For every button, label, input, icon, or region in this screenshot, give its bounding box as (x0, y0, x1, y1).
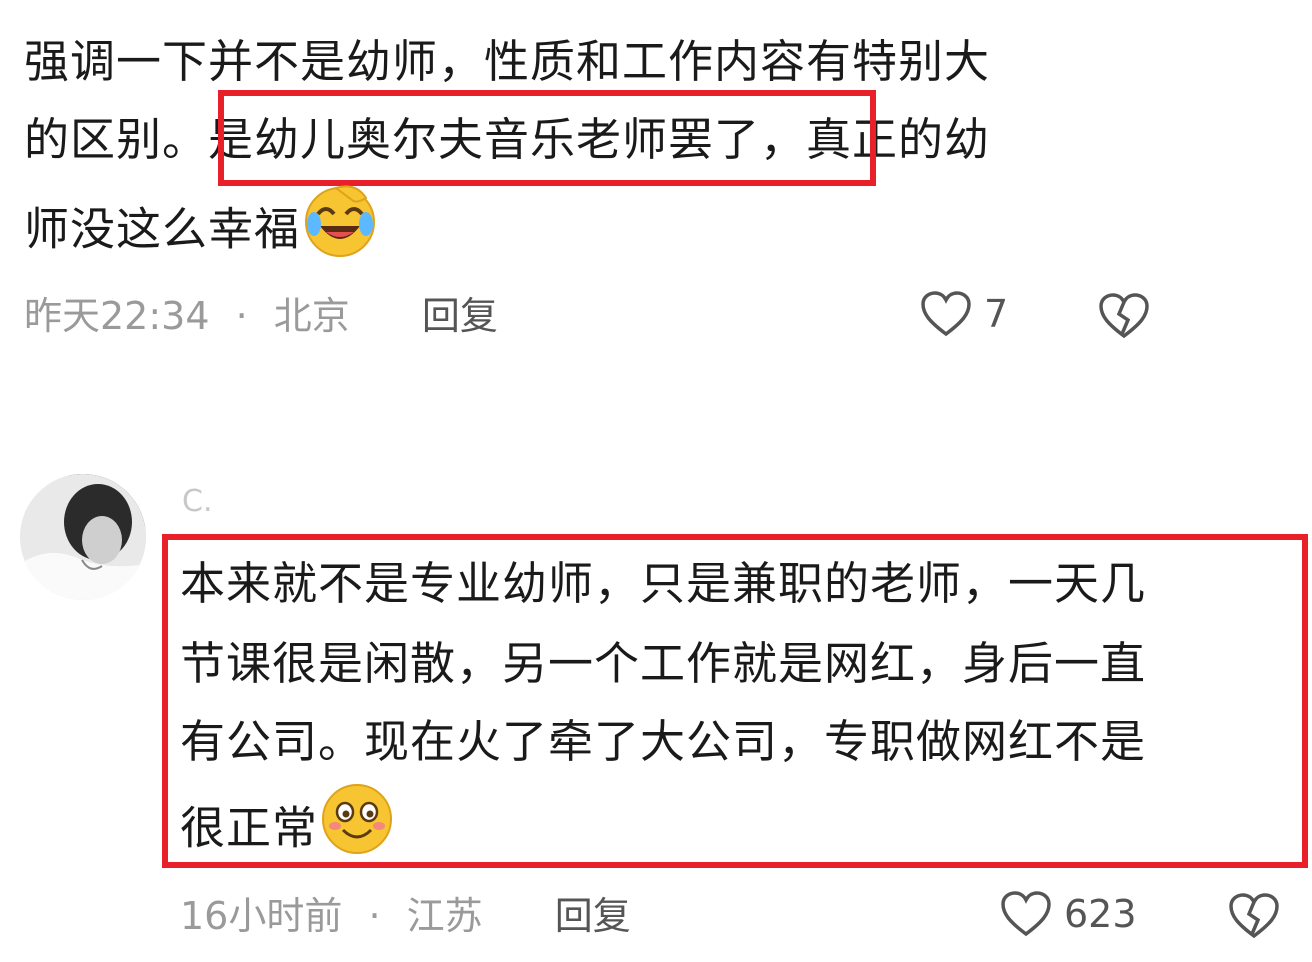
comment-2-line-4: 很正常 (180, 780, 396, 883)
heart-icon (920, 290, 972, 338)
highlight-box-1 (218, 90, 876, 186)
comment-2-like-count: 623 (1064, 892, 1137, 936)
comment-1-like-button[interactable]: 7 (920, 290, 1008, 338)
heart-icon (1000, 890, 1052, 938)
comment-1-time: 昨天22:34 (24, 294, 210, 338)
comment-1-line-2-prefix: 的区别。 (24, 113, 209, 166)
comment-1-location: 北京 (273, 294, 350, 338)
comment-2-line-3: 有公司。现在火了牵了大公司，专职做网红不是 (180, 715, 1147, 768)
broken-heart-icon (1229, 893, 1279, 939)
comment-2-reply-button[interactable]: 回复 (555, 894, 631, 938)
comment-1-line-3-text: 师没这么幸福 (24, 202, 301, 256)
comment-1-meta: 昨天22:34 · 北京 回复 (24, 292, 498, 340)
comment-1-dislike-button[interactable] (1098, 292, 1150, 340)
comment-2-location: 江苏 (406, 894, 483, 938)
username[interactable]: C. (182, 484, 212, 519)
avatar[interactable] (20, 474, 146, 600)
comment-1-line-3: 师没这么幸福 (24, 180, 380, 285)
comment-2-meta: 16小时前 · 江苏 回复 (180, 892, 631, 940)
comment-2-line-4-text: 很正常 (180, 801, 319, 855)
broken-heart-icon (1099, 293, 1149, 339)
comment-1-reply-button[interactable]: 回复 (422, 294, 498, 338)
comment-1-like-count: 7 (984, 292, 1009, 336)
comment-2-like-button[interactable]: 623 (1000, 890, 1137, 938)
comment-2-time: 16小时前 (180, 894, 343, 938)
blushing-smile-emoji-icon (318, 780, 396, 883)
comment-2-line-1: 本来就不是专业幼师，只是兼职的老师，一天几 (180, 557, 1147, 610)
meta-separator: · (235, 294, 248, 338)
meta-separator: · (368, 894, 381, 938)
laughing-crying-emoji-icon (300, 180, 380, 285)
comment-2-dislike-button[interactable] (1228, 892, 1280, 940)
comment-2-line-2: 节课很是闲散，另一个工作就是网红，身后一直 (180, 637, 1147, 690)
